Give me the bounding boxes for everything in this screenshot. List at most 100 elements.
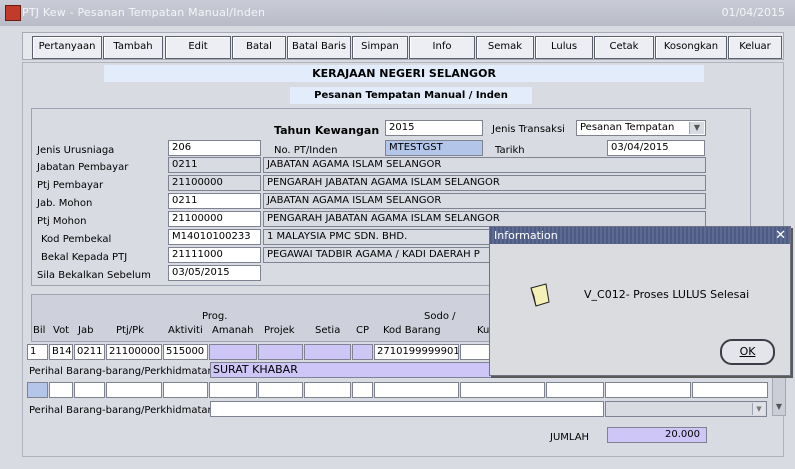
col-header-aktiviti: Aktiviti	[168, 325, 203, 336]
jab-mohon-name: JABATAN AGAMA ISLAM SELANGOR	[263, 193, 706, 209]
no-pt-label: No. PT/Inden	[274, 145, 338, 156]
ok-button[interactable]: OK	[720, 339, 775, 365]
lulus-button[interactable]: Lulus	[535, 36, 593, 59]
app-icon	[5, 5, 21, 21]
jenis-transaksi-label: Jenis Transaksi	[492, 124, 565, 135]
perihal-label-2: Perihal Barang-barang/Perkhidmatan	[29, 405, 214, 416]
keluar-button[interactable]: Keluar	[728, 36, 782, 59]
perihal-label-1: Perihal Barang-barang/Perkhidmatan	[29, 366, 214, 377]
page-title: KERAJAAN NEGERI SELANGOR	[104, 65, 704, 82]
jab-mohon-code[interactable]: 0211	[168, 193, 261, 209]
perihal-field-2[interactable]	[210, 401, 604, 417]
bekal-kepada-label: Bekal Kepada PTJ	[41, 252, 128, 263]
row2-projek[interactable]	[258, 382, 303, 398]
col-header-ku: Ku	[477, 325, 490, 336]
pertanyaan-button[interactable]: Pertanyaan	[32, 36, 102, 59]
jabatan-pembayar-code[interactable]: 0211	[168, 157, 261, 173]
row1-cp[interactable]	[352, 344, 373, 360]
row2-extra2[interactable]	[605, 382, 691, 398]
row1-ptjpk[interactable]: 21100000	[106, 344, 162, 360]
row1-vot[interactable]: B14	[49, 344, 73, 360]
tarikh-field[interactable]: 03/04/2015	[607, 140, 705, 156]
window-date: 01/04/2015	[721, 6, 785, 19]
edit-button[interactable]: Edit	[165, 36, 231, 59]
row1-setia[interactable]	[304, 344, 351, 360]
batal-button[interactable]: Batal	[232, 36, 286, 59]
no-pt-field[interactable]: MTESTGST	[385, 140, 483, 156]
dialog-title: Information	[494, 229, 558, 242]
col-header-kod-barang: Kod Barang	[383, 325, 441, 336]
dialog-title-bar: Information ✕	[490, 227, 790, 244]
title-bar: PTJ Kew - Pesanan Tempatan Manual/Inden …	[0, 0, 795, 26]
window-title: PTJ Kew - Pesanan Tempatan Manual/Inden	[22, 6, 266, 19]
row1-bil[interactable]: 1	[27, 344, 48, 360]
jenis-transaksi-value: Pesanan Tempatan	[580, 122, 675, 133]
tahun-kewangan-label: Tahun Kewangan	[274, 124, 380, 137]
row2-kod-barang[interactable]	[374, 382, 459, 398]
tahun-kewangan-field[interactable]: 2015	[385, 120, 483, 136]
ptj-mohon-label: Ptj Mohon	[37, 216, 87, 227]
chevron-down-icon[interactable]: ▼	[752, 403, 765, 415]
ptj-mohon-code[interactable]: 21100000	[168, 211, 261, 227]
row2-amanah[interactable]	[209, 382, 257, 398]
col-header-setia: Setia	[315, 325, 341, 336]
jenis-urusniaga-field[interactable]: 206	[168, 140, 261, 156]
ptj-mohon-name: PENGARAH JABATAN AGAMA ISLAM SELANGOR	[263, 211, 706, 227]
row2-ku[interactable]	[460, 382, 545, 398]
batal-baris-button[interactable]: Batal Baris	[287, 36, 351, 59]
col-header-ptjpk: Ptj/Pk	[116, 325, 144, 336]
close-icon[interactable]: ✕	[775, 227, 786, 244]
jabatan-pembayar-name: JABATAN AGAMA ISLAM SELANGOR	[263, 157, 706, 173]
row2-extra3[interactable]	[692, 382, 768, 398]
row2-setia[interactable]	[304, 382, 351, 398]
row2-cp[interactable]	[352, 382, 373, 398]
information-dialog: Information ✕ V_C012- Proses LULUS Seles…	[489, 226, 791, 376]
toolbar: Pertanyaan Tambah Edit Batal Batal Baris…	[22, 32, 784, 60]
semak-button[interactable]: Semak	[476, 36, 534, 59]
col-header-vot: Vot	[53, 325, 70, 336]
col-header-cp: CP	[356, 325, 370, 336]
dialog-message: V_C012- Proses LULUS Selesai	[584, 288, 750, 301]
kod-pembekal-code[interactable]: M14010100233	[168, 229, 261, 245]
row1-amanah[interactable]	[209, 344, 257, 360]
row1-ku[interactable]	[460, 344, 490, 360]
page-subtitle: Pesanan Tempatan Manual / Inden	[290, 87, 532, 104]
ptj-pembayar-name: PENGARAH JABATAN AGAMA ISLAM SELANGOR	[263, 175, 706, 191]
row2-bil[interactable]	[27, 382, 48, 398]
col-header-amanah: Amanah	[212, 325, 254, 336]
row2-aktiviti[interactable]	[163, 382, 208, 398]
row1-aktiviti[interactable]: 515000	[163, 344, 208, 360]
row2-extra1[interactable]	[546, 382, 604, 398]
jenis-transaksi-select[interactable]: Pesanan Tempatan ▼	[576, 120, 706, 136]
sila-bekalkan-label: Sila Bekalkan Sebelum	[37, 270, 151, 281]
jenis-urusniaga-label: Jenis Urusniaga	[37, 145, 115, 156]
bekal-kepada-code[interactable]: 21111000	[168, 247, 261, 263]
ptj-pembayar-code[interactable]: 21100000	[168, 175, 261, 191]
jumlah-label: JUMLAH	[550, 432, 590, 443]
kosongkan-button[interactable]: Kosongkan	[655, 36, 727, 59]
simpan-button[interactable]: Simpan	[352, 36, 408, 59]
scroll-down-icon[interactable]: ▼	[774, 402, 784, 414]
row1-kod-barang[interactable]: 27101999999010	[374, 344, 459, 360]
ok-label: OK	[739, 345, 756, 358]
row2-vot[interactable]	[49, 382, 73, 398]
col-header-prog-line1: Prog.	[202, 311, 228, 322]
chevron-down-icon[interactable]: ▼	[689, 122, 704, 134]
col-header-sodo-line1: Sodo /	[424, 311, 456, 322]
col-header-bil: Bil	[33, 325, 46, 336]
row2-ptjpk[interactable]	[106, 382, 162, 398]
info-button[interactable]: Info	[409, 36, 475, 59]
kod-pembekal-label: Kod Pembekal	[41, 234, 112, 245]
tambah-button[interactable]: Tambah	[103, 36, 163, 59]
row1-projek[interactable]	[258, 344, 303, 360]
perihal-row2-extra[interactable]: ▼	[605, 401, 767, 417]
cetak-button[interactable]: Cetak	[594, 36, 654, 59]
sila-bekalkan-field[interactable]: 03/05/2015	[168, 265, 261, 281]
col-header-jab: Jab	[78, 325, 94, 336]
jumlah-field: 20.000	[607, 427, 707, 443]
perihal-field-1[interactable]: SURAT KHABAR	[210, 362, 492, 378]
info-note-icon	[528, 282, 552, 308]
row2-jab[interactable]	[74, 382, 105, 398]
col-header-projek: Projek	[264, 325, 295, 336]
row1-jab[interactable]: 0211	[74, 344, 105, 360]
